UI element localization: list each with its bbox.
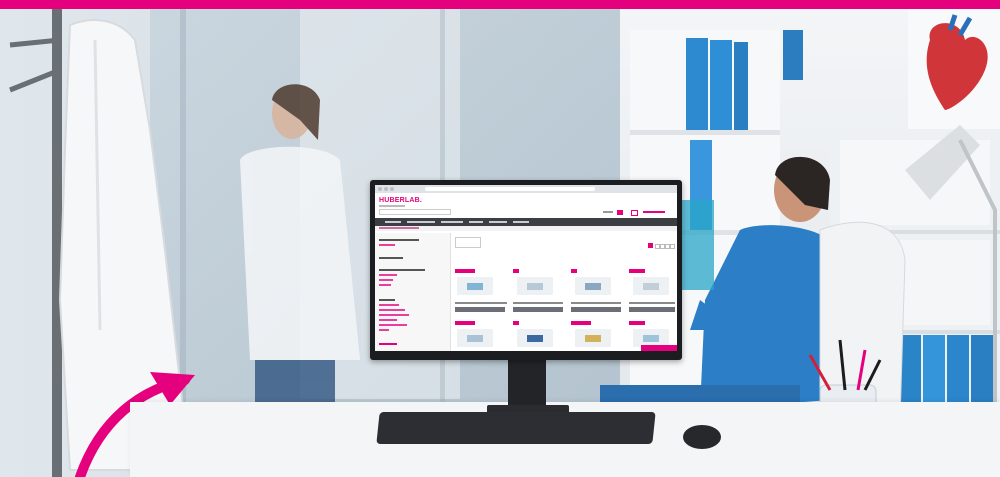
address-bar: [425, 187, 595, 191]
chat-widget: [641, 345, 677, 351]
mouse: [683, 425, 721, 449]
sort-select: [455, 237, 481, 248]
monitor: HUBERLAB.: [370, 180, 682, 360]
browser-chrome: [375, 185, 677, 193]
heart-poster: [908, 9, 1000, 129]
keyboard: [376, 412, 656, 444]
breadcrumb: [375, 226, 677, 231]
top-accent-bar: [0, 0, 1000, 9]
header-cart-icon: [617, 210, 623, 215]
filter-sidebar: [375, 233, 451, 351]
site-search: [379, 209, 451, 215]
monitor-screen: HUBERLAB.: [375, 185, 677, 351]
site-logo: HUBERLAB.: [379, 197, 423, 204]
office-photo: HUBERLAB.: [0, 0, 1000, 477]
